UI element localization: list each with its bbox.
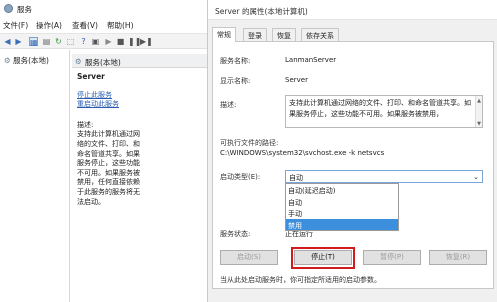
menu-bar: 文件(F) 操作(A) 查看(V) 帮助(H) bbox=[0, 18, 210, 32]
gear-icon: ⚙ bbox=[4, 56, 11, 65]
exe-path-value: C:\WINDOWS\system32\svchost.exe -k netsv… bbox=[220, 149, 385, 157]
services-window-title: 服务 bbox=[17, 5, 32, 14]
start-parameters-hint: 当从此处启动服务时，你可指定所适用的启动参数。 bbox=[220, 276, 381, 284]
dialog-title: Server 的属性(本地计算机) bbox=[215, 7, 308, 16]
startup-type-dropdown: 自动(延迟启动) 自动 手动 禁用 bbox=[285, 183, 399, 231]
stop-button-highlight bbox=[291, 247, 355, 269]
pause-service-icon[interactable]: ❚❚ bbox=[128, 37, 141, 46]
stop-service-icon[interactable]: ■ bbox=[116, 37, 125, 46]
list-view-icon[interactable]: ▤ bbox=[42, 37, 51, 46]
service-status-label: 服务状态: bbox=[220, 230, 251, 238]
console-tree-icon[interactable]: ▦ bbox=[29, 37, 38, 47]
dialog-titlebar: Server 的属性(本地计算机) bbox=[208, 0, 497, 20]
description-value: 支持此计算机通过网络的文件、打印、和命名管道共享。如果服务停止，这些功能不可用。… bbox=[289, 99, 471, 118]
resume-button[interactable]: 恢复(R) bbox=[429, 250, 487, 265]
startup-type-label: 启动类型(E): bbox=[220, 173, 261, 181]
services-detail-pane: ⚙ 服务(本地) Server 停止此服务 重启动此服务 描述: 支持此计算机通… bbox=[72, 50, 210, 302]
description-text: 支持此计算机通过网络的文件、打印、和命名管道共享。如果服务停止，这些功能不可用。… bbox=[77, 130, 140, 206]
console-tree: ⚙ 服务(本地) bbox=[0, 50, 70, 302]
service-name-value: LanmanServer bbox=[285, 56, 337, 64]
menu-action[interactable]: 操作(A) bbox=[36, 20, 62, 31]
restart-service-icon[interactable]: ▶❚ bbox=[140, 37, 153, 46]
pause-button[interactable]: 暂停(P) bbox=[363, 250, 421, 265]
option-automatic-delayed[interactable]: 自动(延迟启动) bbox=[286, 184, 398, 196]
option-manual[interactable]: 手动 bbox=[286, 207, 398, 219]
display-name-label: 显示名称: bbox=[220, 77, 251, 85]
back-arrow-icon[interactable]: ◀ bbox=[3, 37, 12, 46]
display-name-value: Server bbox=[285, 76, 308, 84]
menu-help[interactable]: 帮助(H) bbox=[107, 20, 134, 31]
menu-file[interactable]: 文件(F) bbox=[3, 20, 28, 31]
stop-service-link[interactable]: 停止此服务 bbox=[77, 91, 112, 99]
service-name-heading: Server bbox=[77, 72, 105, 81]
option-automatic[interactable]: 自动 bbox=[286, 196, 398, 208]
extended-description: Server 停止此服务 重启动此服务 描述: 支持此计算机通过网络的文件、打印… bbox=[77, 72, 142, 207]
restart-service-link[interactable]: 重启动此服务 bbox=[77, 100, 119, 108]
service-name-label: 服务名称: bbox=[220, 57, 251, 65]
start-service-icon[interactable]: ▶ bbox=[104, 37, 113, 46]
exe-path-label: 可执行文件的路径: bbox=[220, 139, 279, 147]
help-icon[interactable]: ? bbox=[79, 37, 88, 46]
tab-general[interactable]: 常规 bbox=[212, 27, 236, 42]
tab-strip: 常规 登录 恢复 依存关系 bbox=[212, 27, 494, 42]
description-label: 描述: bbox=[220, 101, 237, 109]
scroll-down-icon[interactable]: ▼ bbox=[476, 119, 482, 127]
description-scrollbar[interactable]: ▲ ▼ bbox=[475, 96, 482, 127]
server-properties-dialog: Server 的属性(本地计算机) 常规 登录 恢复 依存关系 服务名称: La… bbox=[207, 0, 497, 302]
properties-icon[interactable]: ▣ bbox=[91, 37, 100, 46]
services-app-icon bbox=[4, 4, 13, 13]
pane-header: ⚙ 服务(本地) bbox=[72, 54, 210, 68]
toolbar: ◀ ▶ ▦ ▤ ↻ ⬚ ? ▣ ▶ ■ ❚❚ ▶❚ bbox=[0, 33, 210, 49]
option-disabled[interactable]: 禁用 bbox=[286, 218, 398, 230]
tree-item-services-local[interactable]: ⚙ 服务(本地) bbox=[4, 55, 49, 66]
chevron-down-icon[interactable]: ⌄ bbox=[473, 173, 479, 181]
startup-type-value: 自动 bbox=[289, 174, 303, 182]
description-heading: 描述: bbox=[77, 120, 94, 129]
gear-icon: ⚙ bbox=[75, 57, 82, 66]
services-titlebar: 服务 bbox=[0, 0, 210, 18]
refresh-icon[interactable]: ↻ bbox=[54, 37, 63, 46]
menu-view[interactable]: 查看(V) bbox=[72, 20, 98, 31]
tab-recovery[interactable]: 恢复 bbox=[272, 28, 296, 41]
scroll-up-icon[interactable]: ▲ bbox=[476, 96, 482, 107]
export-icon[interactable]: ⬚ bbox=[66, 37, 75, 46]
tab-logon[interactable]: 登录 bbox=[243, 28, 267, 41]
services-window: 服务 文件(F) 操作(A) 查看(V) 帮助(H) ◀ ▶ ▦ ▤ ↻ ⬚ ?… bbox=[0, 0, 210, 302]
general-tab-panel: 服务名称: LanmanServer 显示名称: Server 描述: 支持此计… bbox=[212, 41, 494, 289]
forward-arrow-icon[interactable]: ▶ bbox=[14, 37, 23, 46]
description-box: 支持此计算机通过网络的文件、打印、和命名管道共享。如果服务停止，这些功能不可用。… bbox=[285, 95, 483, 128]
tab-dependencies[interactable]: 依存关系 bbox=[301, 28, 339, 41]
startup-type-select[interactable]: 自动 ⌄ bbox=[285, 170, 483, 183]
start-button[interactable]: 启动(S) bbox=[220, 250, 278, 265]
